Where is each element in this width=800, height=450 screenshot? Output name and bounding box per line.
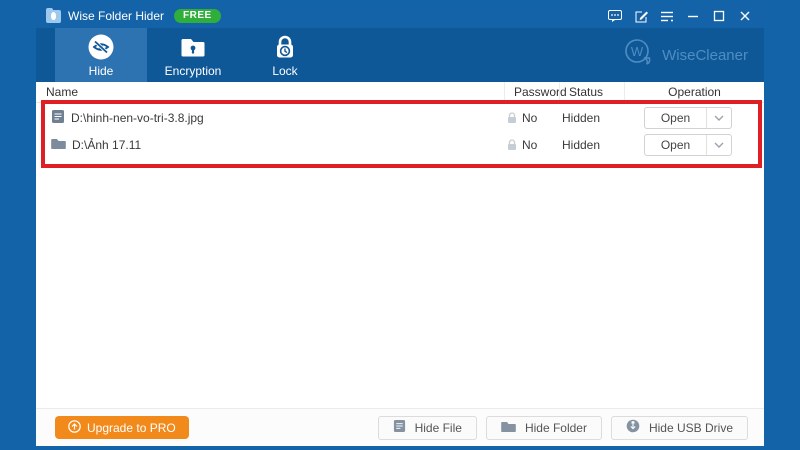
row-name: D:\hinh-nen-vo-tri-3.8.jpg — [71, 110, 204, 125]
tab-label: Hide — [88, 63, 114, 78]
tab-lock[interactable]: Lock — [239, 28, 331, 82]
minimize-icon[interactable] — [680, 5, 706, 27]
lock-icon — [507, 138, 517, 151]
highlight-annotation-box: D:\hinh-nen-vo-tri-3.8.jpg No Hidden Ope… — [41, 100, 762, 168]
feedback-icon[interactable] — [602, 5, 628, 27]
wisecleaner-logo: W — [623, 38, 655, 73]
tab-label: Encryption — [164, 63, 222, 78]
menu-icon[interactable] — [654, 5, 680, 27]
close-icon[interactable] — [732, 5, 758, 27]
column-header-operation[interactable]: Operation — [624, 82, 764, 102]
tab-label: Lock — [272, 63, 298, 78]
hide-eye-icon — [87, 33, 115, 61]
row-name: D:\Ảnh 17.11 — [72, 137, 142, 152]
tab-encryption[interactable]: Encryption — [147, 28, 239, 82]
lock-clock-icon — [271, 33, 299, 61]
brand-text: WiseCleaner — [662, 46, 748, 64]
hide-usb-drive-button[interactable]: Hide USB Drive — [610, 415, 748, 440]
column-header-status[interactable]: Status — [559, 82, 624, 102]
app-logo-icon — [46, 7, 61, 23]
file-icon — [393, 419, 406, 436]
footer-bar: Upgrade to PRO Hide File Hide Folder Hid… — [36, 408, 764, 446]
chevron-down-icon[interactable] — [706, 107, 731, 128]
column-header-name[interactable]: Name — [36, 82, 504, 102]
open-button[interactable]: Open — [644, 133, 732, 156]
column-header-password[interactable]: Password — [504, 82, 567, 102]
upgrade-to-pro-button[interactable]: Upgrade to PRO — [55, 416, 189, 439]
encryption-folder-icon — [179, 33, 207, 61]
svg-text:W: W — [631, 44, 644, 59]
open-button[interactable]: Open — [644, 106, 732, 129]
hide-folder-button[interactable]: Hide Folder — [485, 415, 602, 440]
tab-hide[interactable]: Hide — [55, 28, 147, 82]
toolbar: Hide Encryption Lock W WiseCleaner — [36, 28, 764, 82]
empty-list-area — [36, 168, 764, 408]
upgrade-arrow-icon — [68, 419, 81, 436]
password-value: No — [522, 110, 538, 125]
status-value: Hidden — [562, 110, 601, 125]
table-row[interactable]: D:\hinh-nen-vo-tri-3.8.jpg No Hidden Ope… — [45, 104, 758, 131]
password-value: No — [522, 137, 538, 152]
chevron-down-icon[interactable] — [706, 134, 731, 155]
status-value: Hidden — [562, 137, 601, 152]
file-icon — [51, 109, 65, 127]
usb-icon — [626, 419, 640, 436]
edit-icon[interactable] — [628, 5, 654, 27]
hide-file-button[interactable]: Hide File — [377, 415, 477, 440]
free-badge: FREE — [174, 9, 221, 23]
window-title: Wise Folder Hider — [68, 9, 165, 23]
brand: W WiseCleaner — [623, 28, 748, 82]
table-row[interactable]: D:\Ảnh 17.11 No Hidden Open — [45, 131, 758, 158]
titlebar: Wise Folder Hider FREE — [36, 4, 764, 28]
lock-icon — [507, 111, 517, 124]
maximize-icon[interactable] — [706, 5, 732, 27]
folder-icon — [51, 137, 66, 153]
app-window: Wise Folder Hider FREE Hide Encryption L… — [36, 4, 764, 446]
folder-icon — [501, 420, 516, 436]
